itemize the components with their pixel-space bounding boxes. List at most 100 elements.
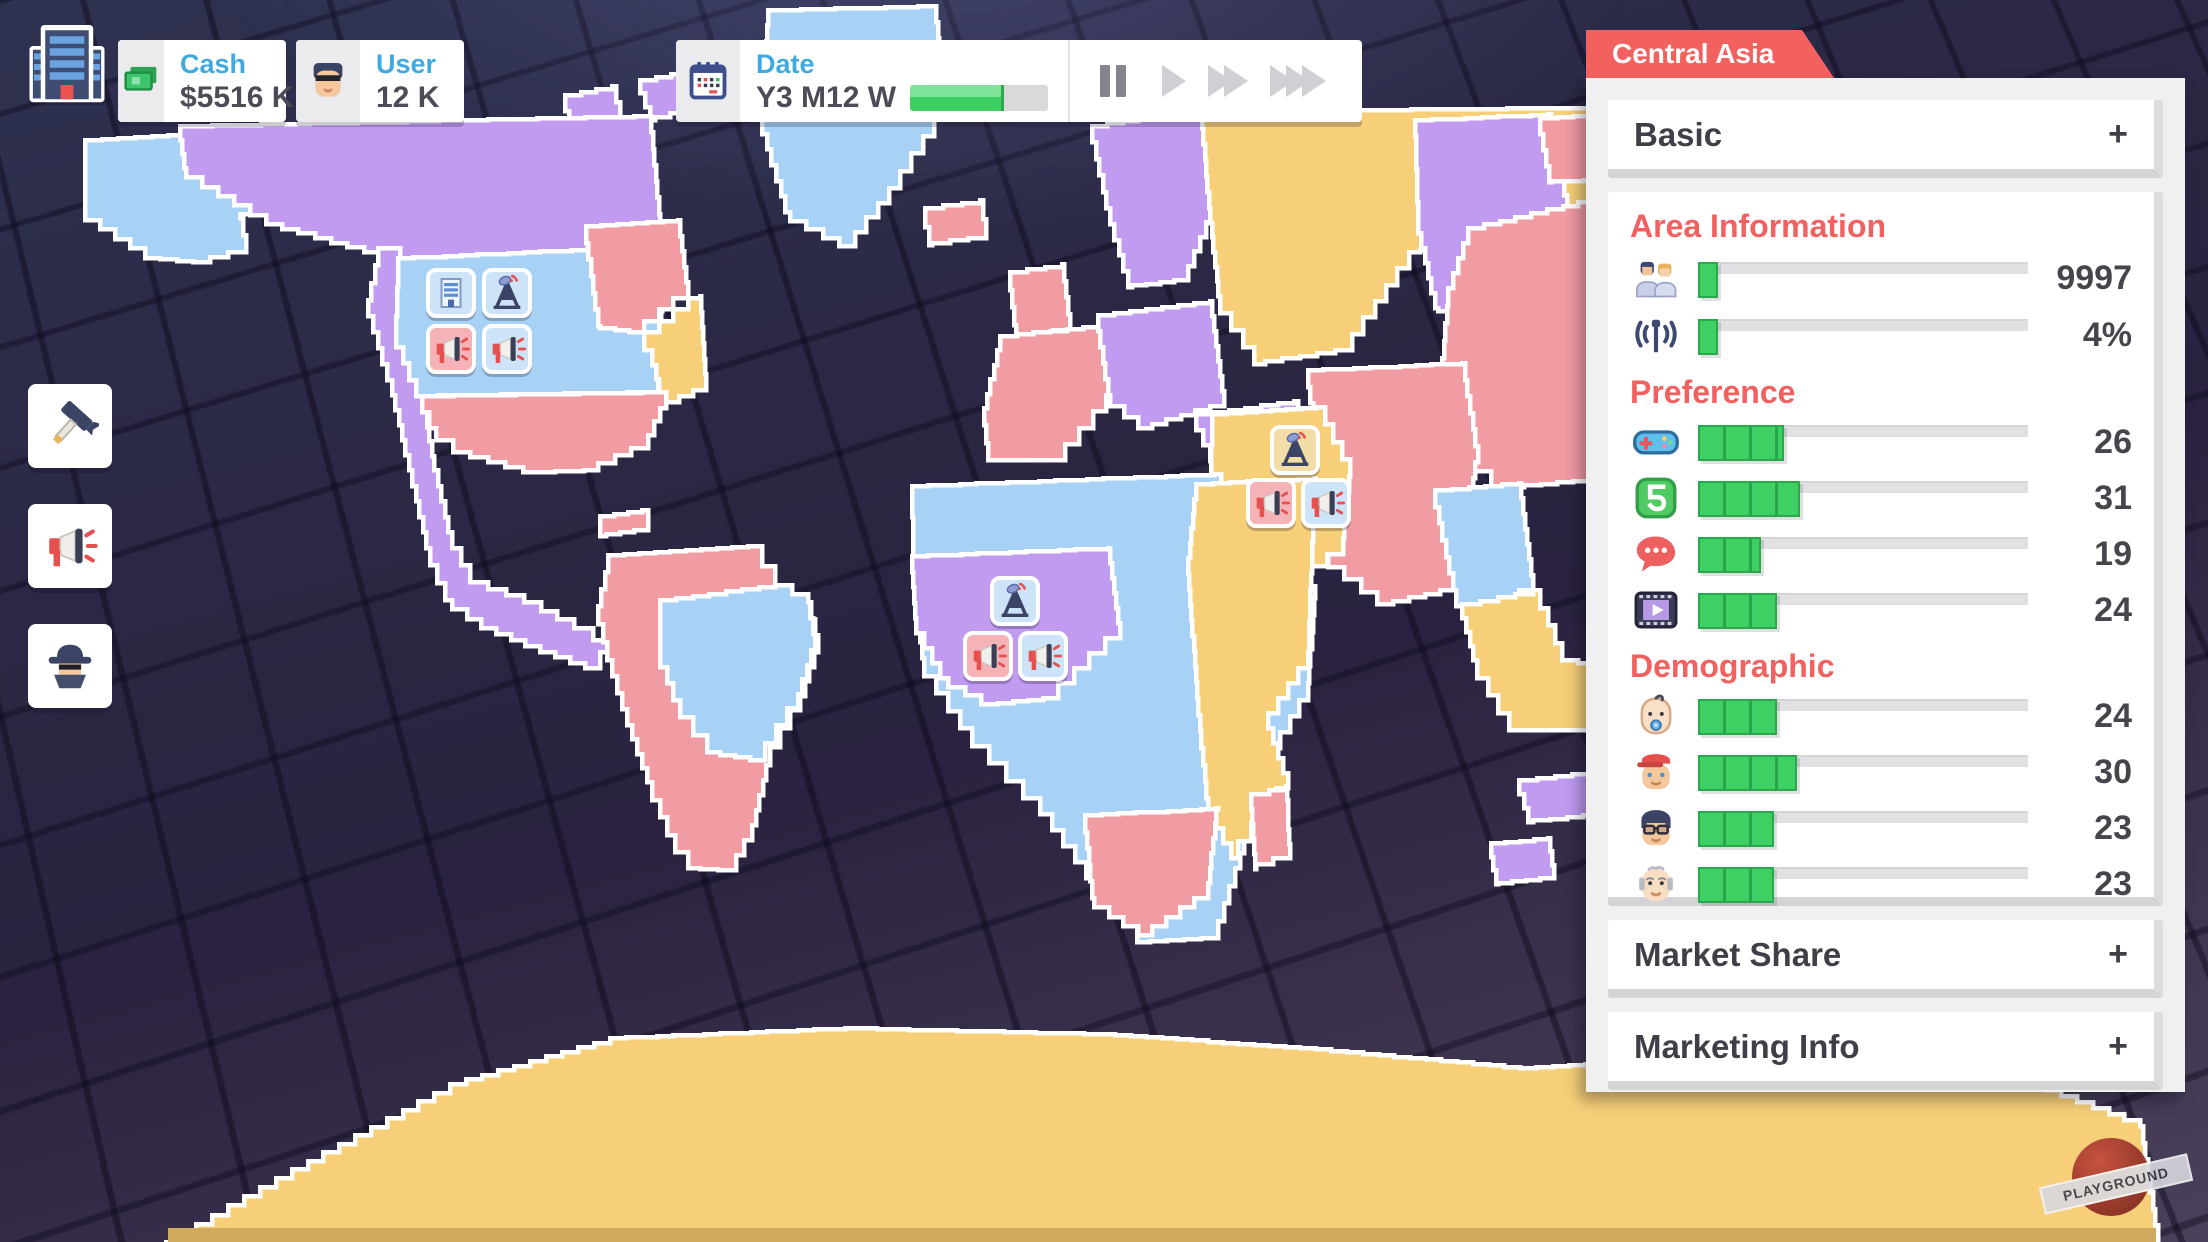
game-icon [1630, 416, 1682, 468]
megaphone-icon [41, 517, 99, 575]
map-country[interactable] [1098, 301, 1224, 428]
fast-forward-button[interactable] [1208, 65, 1240, 97]
stat-row-games: 26 [1630, 414, 2132, 470]
west-africa-campaign-badge[interactable] [963, 631, 1013, 681]
campaign-icon [1023, 636, 1063, 676]
senior-icon [1630, 858, 1682, 910]
population-value: 9997 [2044, 259, 2132, 298]
games-value: 26 [2044, 423, 2132, 462]
tower-icon [487, 273, 527, 313]
games-bar [1698, 419, 2028, 465]
chat-icon [1630, 528, 1682, 580]
cash-card: Cash $5516 K [118, 40, 286, 122]
map-country[interactable] [1491, 838, 1554, 884]
cash-value: $5516 K [180, 80, 293, 116]
map-country[interactable] [925, 200, 986, 245]
tower-icon [995, 581, 1035, 621]
internet-bar [1698, 313, 2028, 359]
adult-icon [1630, 802, 1682, 854]
region-panel-title: Central Asia [1586, 30, 1834, 78]
section-heading-demographic: Demographic [1630, 638, 2132, 688]
social-app-value: 31 [2044, 479, 2132, 518]
stat-row-adults: 23 [1630, 800, 2132, 856]
adults-bar [1698, 805, 2028, 851]
espionage-tool-button[interactable] [28, 624, 112, 708]
pause-button[interactable] [1100, 65, 1132, 97]
teen-icon [1630, 746, 1682, 798]
antarctica-shade [168, 1228, 2156, 1242]
section-heading-preference: Preference [1630, 364, 2132, 414]
calendar-icon [676, 40, 740, 122]
stat-row-internet: 4% [1630, 307, 2132, 364]
middle-east-campaign-badge[interactable] [1246, 478, 1296, 528]
kids-bar [1698, 693, 2028, 739]
middle-east-tower-badge[interactable] [1270, 425, 1320, 475]
region-panel-body: Basic + Area Information 9997 [1586, 78, 2185, 1092]
social-app-bar [1698, 475, 2028, 521]
avatar-icon [296, 40, 360, 122]
video-icon [1630, 584, 1682, 636]
video-bar [1698, 587, 2028, 633]
north-america-hq-badge[interactable] [426, 268, 476, 318]
stat-row-seniors: 23 [1630, 856, 2132, 912]
region-stats-card: Area Information 9997 4% Preference [1608, 192, 2163, 906]
map-country[interactable] [422, 392, 666, 472]
accordion-basic[interactable]: Basic + [1608, 100, 2163, 178]
map-country[interactable] [1092, 108, 1218, 287]
internet-value: 4% [2044, 316, 2132, 355]
seniors-bar [1698, 861, 2028, 907]
region-panel: Central Asia Basic + Area Information 99… [1586, 30, 2185, 1092]
stat-row-kids: 24 [1630, 688, 2132, 744]
expand-icon: + [2108, 1027, 2128, 1066]
accordion-market-share[interactable]: Market Share + [1608, 920, 2163, 998]
date-label: Date [756, 48, 1048, 80]
adults-value: 23 [2044, 809, 2132, 848]
expand-icon: + [2108, 935, 2128, 974]
build-tool-button[interactable] [28, 384, 112, 468]
week-progress-bar [910, 85, 1048, 111]
cash-label: Cash [180, 48, 293, 80]
user-value: 12 K [376, 80, 439, 116]
seniors-value: 23 [2044, 865, 2132, 904]
accordion-marketing-info[interactable]: Marketing Info + [1608, 1012, 2163, 1090]
north-america-tower-badge[interactable] [482, 268, 532, 318]
play-button[interactable] [1162, 65, 1178, 97]
building-icon [22, 18, 112, 110]
user-card: User 12 K [296, 40, 464, 122]
date-value: Y3 M12 W [756, 80, 896, 116]
money-icon [118, 40, 164, 122]
hq-building-button[interactable] [22, 18, 112, 110]
campaign-icon [1306, 483, 1346, 523]
game-screen: Cash $5516 K User 12 K Date Y3 M12 W [0, 0, 2208, 1242]
population-icon [1630, 253, 1682, 305]
campaign-icon [431, 329, 471, 369]
campaign-icon [1251, 483, 1291, 523]
social-app-icon [1630, 472, 1682, 524]
baby-icon [1630, 690, 1682, 742]
marketing-tool-button[interactable] [28, 504, 112, 588]
fastest-forward-button[interactable] [1270, 65, 1318, 97]
teens-bar [1698, 749, 2028, 795]
west-africa-campaign-badge[interactable] [1018, 631, 1068, 681]
video-value: 24 [2044, 591, 2132, 630]
north-america-campaign-badge[interactable] [482, 324, 532, 374]
hq-icon [431, 273, 471, 313]
west-africa-tower-badge[interactable] [990, 576, 1040, 626]
north-america-campaign-badge[interactable] [426, 324, 476, 374]
map-country[interactable] [1251, 786, 1290, 869]
section-heading-area-information: Area Information [1630, 206, 2132, 250]
campaign-icon [487, 329, 527, 369]
expand-icon: + [2108, 115, 2128, 154]
chat-value: 19 [2044, 535, 2132, 574]
kids-value: 24 [2044, 697, 2132, 736]
middle-east-campaign-badge[interactable] [1301, 478, 1351, 528]
stat-row-video: 24 [1630, 582, 2132, 638]
playground-watermark: PLAYGROUND [2044, 1130, 2184, 1230]
speed-controls [1068, 40, 1362, 122]
population-bar [1698, 256, 2028, 302]
stat-row-population: 9997 [1630, 250, 2132, 307]
map-country[interactable] [600, 510, 648, 536]
hammer-icon [41, 397, 99, 455]
signal-icon [1630, 310, 1682, 362]
teens-value: 30 [2044, 753, 2132, 792]
